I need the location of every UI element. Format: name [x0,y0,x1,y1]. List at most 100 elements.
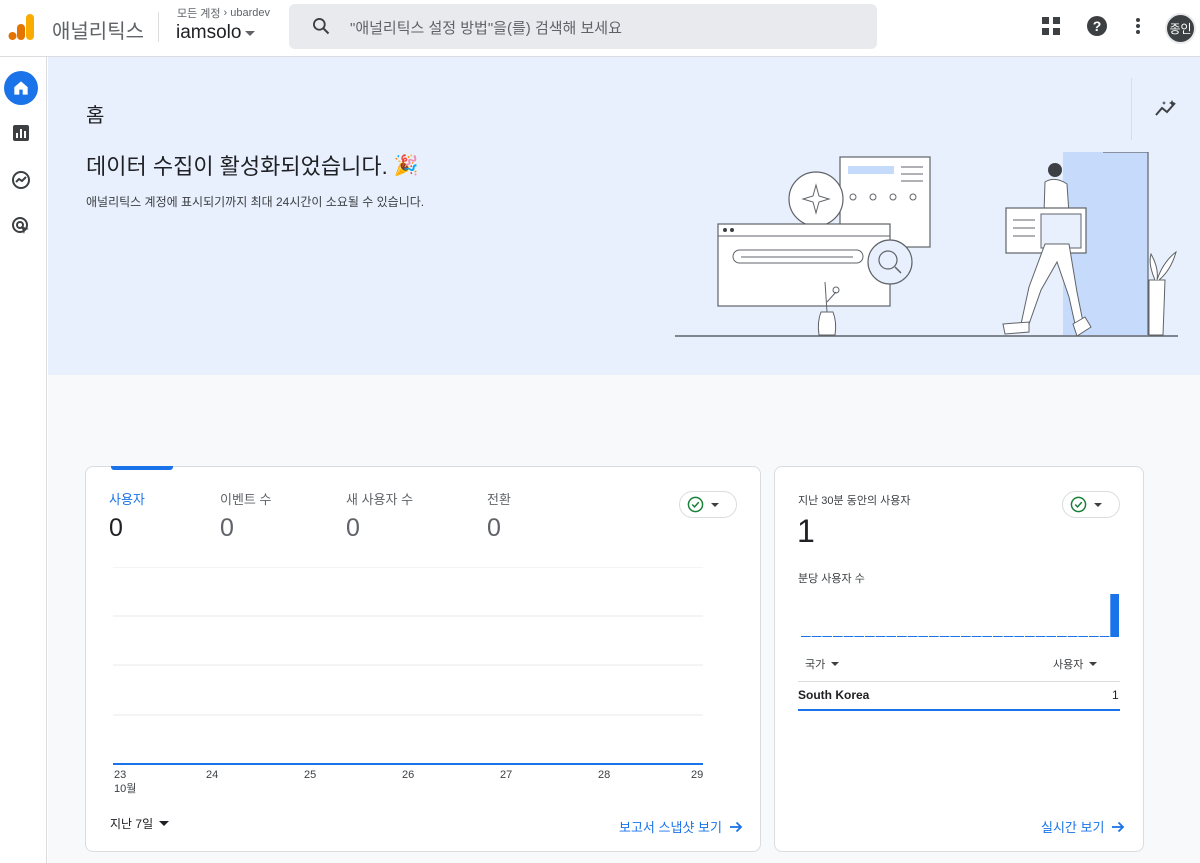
per-minute-bar [897,636,907,637]
page-title: 홈 [86,105,105,127]
main-content: 홈 데이터 수집이 활성화되었습니다. 🎉 애널리틱스 계정에 표시되기까지 최… [48,57,1200,863]
search-input[interactable]: "애널리틱스 설정 방법"을(를) 검색해 보세요 [350,17,622,38]
metric-tab-users[interactable]: 사용자 0 [109,489,145,543]
table-row-bar [798,709,1120,711]
per-minute-bar [822,636,832,637]
insights-icon [1154,100,1176,116]
per-minute-bar-chart [801,594,1119,637]
apps-grid-icon[interactable] [1039,14,1063,38]
divider [158,12,159,42]
check-circle-icon [687,496,704,513]
per-minute-bar [1046,636,1056,637]
metric-label: 새 사용자 수 [346,492,414,507]
per-minute-bar [961,636,971,637]
per-minute-bar [843,636,854,637]
metric-tab-events[interactable]: 이벤트 수 0 [220,489,271,543]
top-app-bar: 애널리틱스 모든 계정 › ubardev iamsolo "애널리틱스 설정 … [0,0,1200,57]
date-range-selector[interactable]: 지난 7일 [110,815,170,832]
per-minute-bar [1057,636,1067,637]
breadcrumb-root[interactable]: 모든 계정 [177,5,221,21]
explore-icon [12,171,30,189]
table-cell-users: 1 [1112,688,1119,702]
country-column-header[interactable]: 국가 [805,656,840,672]
metric-label: 사용자 [109,492,145,507]
table-cell-country: South Korea [798,688,870,702]
analytics-logo-icon[interactable] [8,12,36,42]
per-minute-bar [886,636,896,637]
per-minute-bar [982,636,992,637]
metric-tab-new-users[interactable]: 새 사용자 수 0 [346,489,413,543]
more-vert-icon[interactable] [1126,14,1150,38]
per-minute-bar [929,636,939,637]
per-minute-bar [971,636,982,637]
avatar[interactable]: 종인 [1165,13,1196,44]
per-minute-bar [1025,636,1035,637]
x-tick: 24 [206,769,219,781]
x-tick-month: 10월 [114,783,137,795]
help-icon[interactable]: ? [1085,14,1109,38]
left-nav [0,57,47,863]
reports-icon [13,125,29,141]
date-range-label: 지난 7일 [110,817,154,831]
breadcrumb-account[interactable]: ubardev [230,7,270,19]
metric-label: 이벤트 수 [220,492,272,507]
arrow-right-icon [1112,821,1125,832]
per-minute-bar [811,636,822,637]
property-name: iamsolo [176,22,242,43]
realtime-label: 지난 30분 동안의 사용자 [798,495,911,507]
x-tick: 28 [598,769,611,781]
selected-tab-indicator [111,466,173,470]
nav-reports[interactable] [4,116,38,150]
per-minute-bar [1014,636,1024,637]
per-minute-bar [1003,636,1014,637]
view-report-snapshot-link[interactable]: 보고서 스냅샷 보기 [619,817,743,836]
metric-label: 전환 [487,492,511,507]
per-minute-bar [875,636,886,637]
nav-home[interactable] [4,71,38,105]
per-minute-bar [1035,636,1046,637]
view-realtime-link[interactable]: 실시간 보기 [1041,817,1125,836]
hero-subtext: 애널리틱스 계정에 표시되기까지 최대 24시간이 소요될 수 있습니다. [86,195,425,209]
search-bar[interactable]: "애널리틱스 설정 방법"을(를) 검색해 보세요 [289,4,877,49]
column-label: 사용자 [1053,659,1084,671]
home-icon [14,81,28,95]
overview-card: 사용자 0 이벤트 수 0 새 사용자 수 0 전환 0 23 10월 24 2… [85,466,761,852]
column-label: 국가 [805,659,826,671]
app-name: 애널리틱스 [52,21,144,43]
metric-value: 0 [220,514,234,542]
breadcrumb[interactable]: 모든 계정 › ubardev [177,5,270,21]
metric-value: 0 [109,514,123,542]
insights-button[interactable] [1131,78,1199,140]
data-quality-button[interactable] [679,491,737,518]
advertising-icon [12,217,29,234]
caret-down-icon [1089,662,1098,666]
caret-down-icon [245,30,256,36]
nav-explore[interactable] [4,163,38,197]
per-minute-bar [918,636,928,637]
caret-down-icon [159,821,170,826]
metric-tab-conversions[interactable]: 전환 0 [487,489,511,543]
link-label: 실시간 보기 [1041,820,1105,835]
caret-down-icon [1094,502,1102,507]
per-minute-bar [1078,636,1088,637]
hero-illustration [675,152,1178,337]
x-tick: 29 [691,769,704,781]
per-minute-bar [801,636,811,637]
realtime-card: 지난 30분 동안의 사용자 1 분당 사용자 수 국가 사용자 South K… [774,466,1144,852]
nav-advertising[interactable] [4,209,38,243]
party-popper-icon: 🎉 [393,154,419,177]
check-circle-icon [1070,496,1087,513]
per-minute-bar [950,636,960,637]
hero-banner: 홈 데이터 수집이 활성화되었습니다. 🎉 애널리틱스 계정에 표시되기까지 최… [48,57,1200,375]
users-column-header[interactable]: 사용자 [1053,656,1098,672]
metric-value: 0 [487,514,501,542]
per-minute-bar [865,636,875,637]
per-minute-bar [907,636,918,637]
link-label: 보고서 스냅샷 보기 [619,820,722,835]
hero-headline: 데이터 수집이 활성화되었습니다. 🎉 [86,149,419,181]
caret-down-icon [711,502,719,507]
per-minute-bar [939,636,950,637]
data-quality-button[interactable] [1062,491,1120,518]
property-selector[interactable]: iamsolo [176,22,256,44]
per-minute-bar [993,636,1003,637]
